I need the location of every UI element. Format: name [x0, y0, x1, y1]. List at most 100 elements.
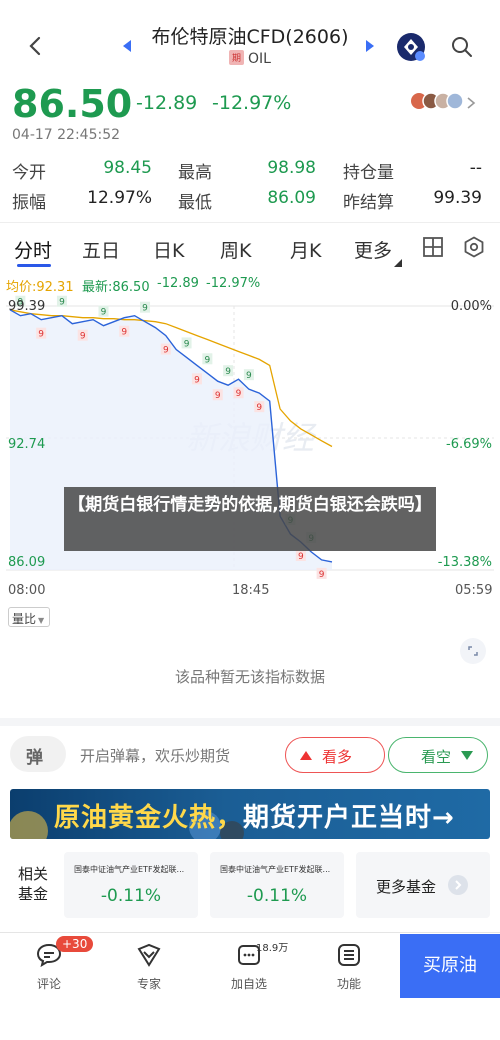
trade-marker-label: 9	[163, 346, 169, 356]
trade-marker-label: 9	[215, 391, 221, 401]
stat-label-amplitude: 振幅	[12, 193, 46, 213]
indicator-select-value: 量比	[12, 612, 37, 626]
indicator-select[interactable]: 量比 ▼	[8, 607, 50, 627]
fund-name: 国泰中证油气产业ETF发起联...	[220, 865, 331, 874]
y-tick-right: -13.38%	[438, 555, 492, 570]
stat-value-open-interest: --	[469, 158, 482, 178]
app-screen: 布伦特原油CFD(2606) 期 OIL 86.50 -12.89 -12.97%…	[0, 0, 500, 1040]
trade-marker-label: 9	[101, 308, 107, 318]
bullish-label: 看多	[322, 748, 353, 766]
settings-hex-icon[interactable]	[463, 236, 485, 262]
trade-marker-label: 9	[142, 304, 148, 314]
fund-card[interactable]: 国泰中证油气产业ETF发起联... -0.11%	[64, 852, 198, 918]
y-tick-right: -6.69%	[446, 437, 492, 452]
bearish-label: 看空	[421, 748, 452, 766]
stat-value-amplitude: 12.97%	[87, 188, 152, 208]
avg-price-label: 均价:92.31	[6, 280, 74, 295]
stat-value-high: 98.98	[267, 158, 316, 178]
fund-change: -0.11%	[100, 886, 162, 906]
fund-change: -0.11%	[246, 886, 308, 906]
tab-monthly-k[interactable]: 月K	[290, 236, 321, 263]
quote-timestamp: 04-17 22:45:52	[12, 127, 121, 143]
section-divider	[0, 718, 500, 726]
comments-badge: +30	[56, 936, 94, 952]
down-triangle-icon	[461, 751, 473, 760]
danmaku-toggle[interactable]: 弹	[10, 736, 66, 772]
x-tick-end: 05:59	[455, 583, 493, 598]
promo-banner[interactable]: 原油黄金火热，期货开户正当时→	[10, 789, 490, 839]
buy-button[interactable]: 买原油	[400, 934, 500, 998]
tab-intraday[interactable]: 分时	[14, 236, 52, 263]
chart-pct-label: -12.97%	[206, 276, 261, 291]
trade-marker-label: 9	[225, 367, 231, 377]
article-title-overlay[interactable]: 【期货白银行情走势的依据,期货白银还会跌吗】	[64, 487, 436, 551]
trade-marker-label: 9	[194, 375, 200, 385]
functions-icon	[338, 944, 360, 966]
related-funds-label: 相关基金	[18, 865, 49, 903]
stat-label-open: 今开	[12, 163, 46, 183]
danmaku-input[interactable]: 开启弹幕，欢乐炒期货	[80, 745, 230, 766]
expert-icon	[137, 943, 161, 967]
y-tick-left: 99.39	[8, 299, 45, 314]
danmaku-icon: 弹	[26, 748, 43, 768]
stat-label-low: 最低	[178, 193, 212, 213]
trade-marker-label: 9	[319, 570, 325, 580]
no-indicator-data: 该品种暂无该指标数据	[174, 668, 325, 686]
trade-marker-label: 9	[80, 332, 86, 342]
bearish-button[interactable]: 看空	[388, 737, 488, 773]
price-change: -12.89	[136, 92, 198, 114]
stat-label-open-interest: 持仓量	[343, 163, 394, 183]
fullscreen-icon[interactable]	[460, 638, 486, 664]
stat-value-low: 86.09	[267, 188, 316, 208]
price-change-pct: -12.97%	[212, 92, 292, 114]
more-dropdown-icon[interactable]	[394, 252, 402, 271]
stat-label-prev-settle: 昨结算	[343, 193, 394, 213]
nav-comments-label: 评论	[36, 977, 61, 991]
trade-marker-label: 9	[38, 330, 44, 340]
trade-marker-label: 9	[184, 339, 190, 349]
layout-grid-icon[interactable]	[422, 236, 444, 262]
trade-marker-label: 9	[59, 298, 65, 308]
contract-code: OIL	[248, 51, 271, 67]
trade-marker-label: 9	[121, 328, 127, 338]
nav-functions-label: 功能	[336, 977, 361, 991]
divider	[0, 222, 500, 223]
banner-rest: 期货开户正当时→	[243, 803, 455, 833]
y-tick-left: 86.09	[8, 555, 45, 570]
stat-value-open: 98.45	[103, 158, 152, 178]
chevron-down-icon: ▼	[38, 616, 45, 625]
stat-value-prev-settle: 99.39	[433, 188, 482, 208]
user-avatars-icon[interactable]	[410, 92, 482, 110]
y-tick-left: 92.74	[8, 437, 45, 452]
tab-weekly-k[interactable]: 周K	[220, 236, 251, 263]
ai-assistant-icon[interactable]	[396, 32, 426, 62]
nav-add-watchlist-label: 加自选	[230, 977, 267, 991]
tab-daily-k[interactable]: 日K	[153, 236, 184, 263]
futures-tag: 期	[229, 50, 245, 65]
chart-change-label: -12.89	[157, 276, 199, 291]
y-tick-right: 0.00%	[451, 299, 492, 314]
tab-five-day[interactable]: 五日	[82, 236, 120, 263]
watchlist-count-badge: 18.9万	[256, 943, 289, 954]
nav-expert-label: 专家	[136, 977, 161, 991]
trade-marker-label: 9	[204, 355, 210, 365]
trade-marker-label: 9	[236, 389, 242, 399]
trade-marker-label: 9	[256, 403, 262, 413]
x-tick-start: 08:00	[8, 583, 46, 598]
last-price: 86.50	[12, 82, 133, 126]
stat-label-high: 最高	[178, 163, 212, 183]
more-funds-label: 更多基金	[376, 878, 437, 896]
tab-more[interactable]: 更多	[354, 236, 392, 263]
nav-expert[interactable]: 专家	[119, 943, 179, 992]
chevron-right-icon	[448, 875, 468, 895]
nav-functions[interactable]: 功能	[319, 943, 379, 992]
trade-marker-label: 9	[246, 371, 252, 381]
banner-highlight: 原油黄金火热，	[54, 803, 244, 833]
fund-card[interactable]: 国泰中证油气产业ETF发起联... -0.11%	[210, 852, 344, 918]
latest-price-label: 最新:86.50	[82, 280, 150, 295]
active-tab-indicator	[17, 264, 51, 267]
bullish-button[interactable]: 看多	[285, 737, 385, 773]
search-icon[interactable]	[450, 35, 474, 59]
more-funds-button[interactable]: 更多基金	[356, 852, 490, 918]
up-triangle-icon	[300, 751, 312, 760]
